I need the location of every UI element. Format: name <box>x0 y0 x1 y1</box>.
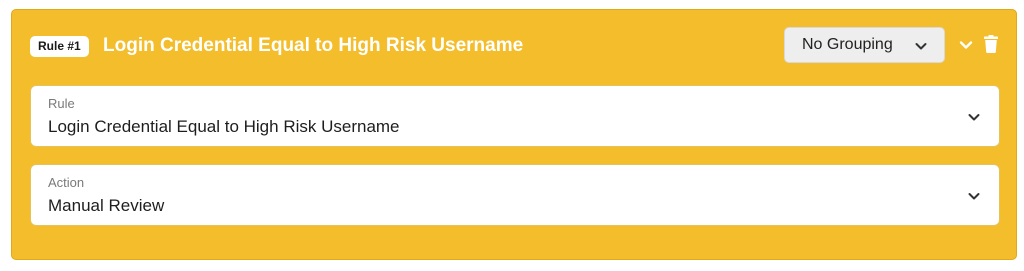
chevron-down-icon <box>915 43 927 50</box>
action-select[interactable]: Action Manual Review <box>30 164 1000 226</box>
grouping-select[interactable]: No Grouping <box>784 27 945 63</box>
rule-select[interactable]: Rule Login Credential Equal to High Risk… <box>30 85 1000 147</box>
action-field-label: Action <box>48 175 85 190</box>
rule-card-header: Rule #1 Login Credential Equal to High R… <box>12 10 1016 82</box>
grouping-selected-value: No Grouping <box>802 36 893 53</box>
rule-number-badge: Rule #1 <box>30 36 89 57</box>
trash-icon[interactable] <box>984 35 998 53</box>
collapse-chevron-icon[interactable] <box>958 37 974 53</box>
rule-card: Rule #1 Login Credential Equal to High R… <box>11 9 1017 260</box>
rule-field-value: Login Credential Equal to High Risk User… <box>48 117 400 136</box>
chevron-down-icon <box>968 114 980 121</box>
rule-field-label: Rule <box>48 96 75 111</box>
rule-title: Login Credential Equal to High Risk User… <box>103 35 524 56</box>
action-field-value: Manual Review <box>48 196 165 215</box>
chevron-down-icon <box>968 193 980 200</box>
